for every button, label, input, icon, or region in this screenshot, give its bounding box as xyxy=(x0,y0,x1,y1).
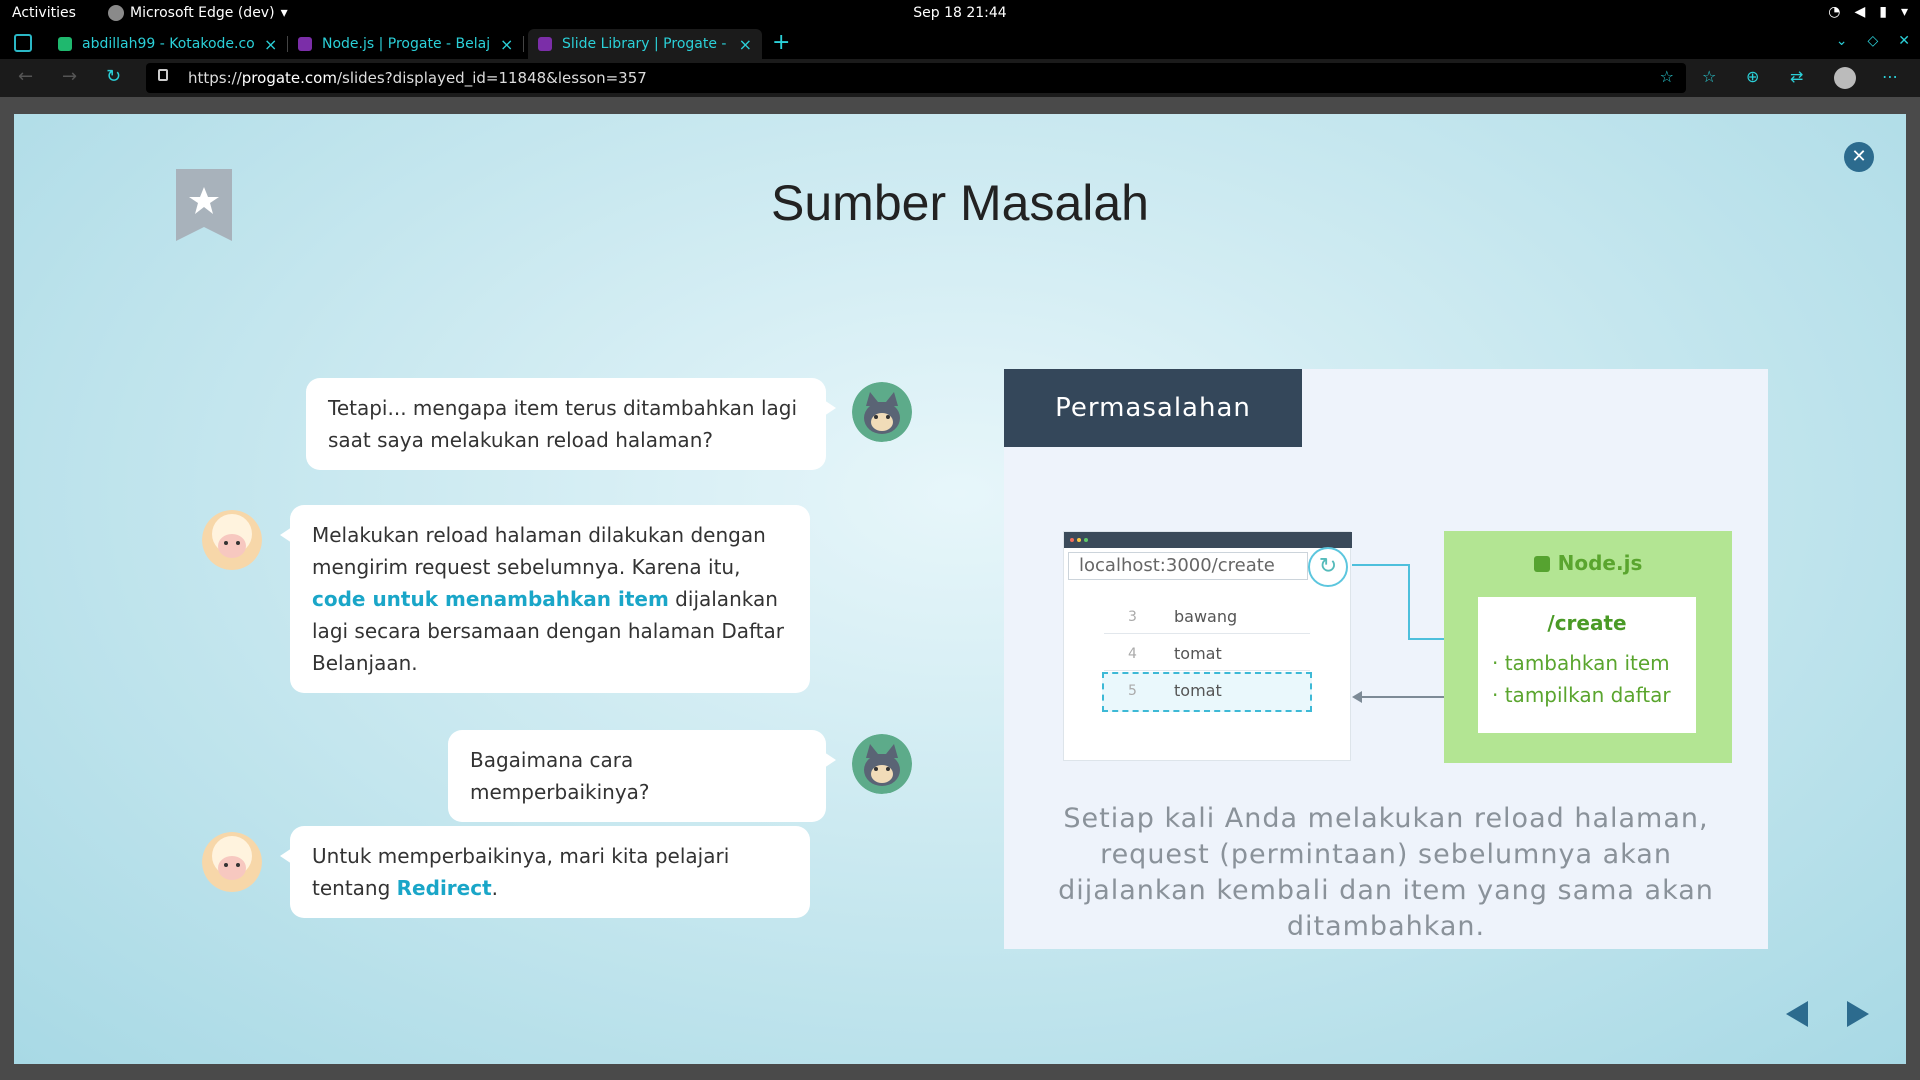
teacher-sheep-avatar xyxy=(202,832,262,892)
chat-highlight: Redirect xyxy=(396,876,492,900)
item-number: 4 xyxy=(1128,646,1137,662)
slide-title: Sumber Masalah xyxy=(771,175,1149,231)
power-icon: ▾ xyxy=(1900,4,1908,20)
url-scheme: https:// xyxy=(188,69,242,87)
tab-title: Slide Library | Progate - Belajar xyxy=(562,36,729,52)
more-menu-icon[interactable]: ⋯ xyxy=(1882,67,1898,86)
system-top-bar: Activities Microsoft Edge (dev) ▾ Sep 18… xyxy=(0,0,1920,27)
url-path: /slides?displayed_id=11848&lesson=357 xyxy=(336,69,647,87)
tab-title: Node.js | Progate - Belajar xyxy=(322,36,490,52)
favorites-icon[interactable]: ☆ xyxy=(1702,67,1716,86)
chat-text: Tetapi... mengapa item terus ditambahkan… xyxy=(328,396,798,452)
chat-bubble-redirect: Untuk memperbaikinya, mari kita pelajari… xyxy=(280,826,810,918)
list-item: 3 bawang xyxy=(1104,600,1310,634)
route-action: · tampilkan daftar xyxy=(1492,683,1671,707)
close-window-icon[interactable]: ✕ xyxy=(1898,33,1910,49)
diagram-caption: Setiap kali Anda melakukan reload halama… xyxy=(1058,803,1714,942)
next-slide-button[interactable] xyxy=(1847,1001,1869,1027)
url-text[interactable]: https://progate.com/slides?displayed_id=… xyxy=(188,69,647,87)
route-action: · tambahkan item xyxy=(1492,651,1670,675)
system-tray[interactable]: ◔ ◀ ▮ ▾ xyxy=(1828,4,1908,20)
refresh-icon: ↻ xyxy=(1308,547,1348,587)
nodejs-logo-icon xyxy=(1533,556,1550,572)
kotakode-favicon-icon xyxy=(58,37,72,51)
new-tab-button[interactable]: + xyxy=(772,30,790,55)
forward-arrow-icon[interactable]: → xyxy=(62,66,77,87)
item-number: 5 xyxy=(1128,683,1137,699)
address-bar[interactable]: https://progate.com/slides?displayed_id=… xyxy=(146,63,1686,93)
wifi-icon: ◔ xyxy=(1828,4,1841,20)
teacher-sheep-avatar xyxy=(202,510,262,570)
tab-actions-icon[interactable] xyxy=(14,34,32,52)
add-favorite-icon[interactable]: ☆ xyxy=(1660,67,1674,86)
battery-icon: ▮ xyxy=(1879,4,1887,20)
nodejs-label: Node.js xyxy=(1557,551,1643,575)
mock-browser-chrome xyxy=(1064,532,1352,548)
tab-nodejs[interactable]: Node.js | Progate - Belajar × xyxy=(288,29,525,59)
diamond-icon[interactable]: ◇ xyxy=(1867,33,1878,49)
route-box: /create · tambahkan item · tampilkan daf… xyxy=(1478,597,1696,733)
share-icon[interactable]: ⇄ xyxy=(1790,67,1803,86)
close-icon[interactable]: × xyxy=(739,35,752,54)
chat-bubble-question: Tetapi... mengapa item terus ditambahkan… xyxy=(306,378,836,470)
tab-strip: abdillah99 - Kotakode.com × Node.js | Pr… xyxy=(0,27,1920,59)
list-item: 4 tomat xyxy=(1104,637,1310,671)
window-dot xyxy=(1070,538,1074,542)
window-dot xyxy=(1084,538,1088,542)
chat-text: . xyxy=(491,876,498,900)
item-name: tomat xyxy=(1174,644,1222,663)
student-cat-avatar xyxy=(852,734,912,794)
tab-separator xyxy=(523,36,525,52)
tab-slide-library[interactable]: Slide Library | Progate - Belajar × xyxy=(528,29,762,59)
chat-text: Untuk memperbaikinya, mari kita pelajari… xyxy=(312,844,730,900)
item-name: tomat xyxy=(1174,681,1222,700)
profile-avatar[interactable] xyxy=(1834,67,1856,89)
nodejs-title: Node.js xyxy=(1444,551,1732,575)
progate-favicon-icon xyxy=(538,37,552,51)
window-dot xyxy=(1077,538,1081,542)
mock-browser: localhost:3000/create ↻ 3 bawang 4 tomat… xyxy=(1063,531,1352,761)
window-controls: ⌄ ◇ ✕ xyxy=(1836,33,1910,49)
nodejs-server-box: Node.js /create · tambahkan item · tampi… xyxy=(1444,531,1732,763)
route-path: /create xyxy=(1547,611,1627,635)
progate-favicon-icon xyxy=(298,37,312,51)
panel-heading: Permasalahan xyxy=(1004,369,1302,447)
chat-bubble-how-to-fix: Bagaimana cara memperbaikinya? xyxy=(448,730,836,822)
close-icon[interactable]: × xyxy=(500,35,513,54)
close-icon[interactable]: × xyxy=(264,35,277,54)
lock-icon xyxy=(158,69,168,81)
close-slide-button[interactable]: ✕ xyxy=(1844,142,1874,172)
navigation-bar: ← → ↻ https://progate.com/slides?display… xyxy=(0,59,1920,97)
tab-kotakode[interactable]: abdillah99 - Kotakode.com × xyxy=(48,29,289,59)
chevron-down-icon[interactable]: ⌄ xyxy=(1836,33,1848,49)
chat-bubble-explanation: Melakukan reload halaman dilakukan denga… xyxy=(280,505,810,693)
reload-icon[interactable]: ↻ xyxy=(106,66,121,87)
slide-modal: ✕ Sumber Masalah Tetapi... mengapa item … xyxy=(14,114,1906,1064)
back-arrow-icon[interactable]: ← xyxy=(18,66,33,87)
item-name: bawang xyxy=(1174,607,1238,626)
tab-title: abdillah99 - Kotakode.com xyxy=(82,36,254,52)
diagram-panel: Permasalahan localhost:3000/create ↻ 3 b… xyxy=(1004,369,1768,949)
url-host: progate.com xyxy=(241,69,337,87)
chat-highlight: code untuk menambahkan item xyxy=(312,587,669,611)
list-item-duplicate: 5 tomat xyxy=(1102,672,1312,712)
chat-text: Bagaimana cara memperbaikinya? xyxy=(470,748,650,804)
previous-slide-button[interactable] xyxy=(1786,1001,1808,1027)
collections-icon[interactable]: ⊕ xyxy=(1746,67,1759,86)
clock[interactable]: Sep 18 21:44 xyxy=(0,5,1920,21)
mock-url-box: localhost:3000/create xyxy=(1068,552,1308,580)
item-number: 3 xyxy=(1128,609,1137,625)
volume-icon: ◀ xyxy=(1854,4,1866,20)
response-arrowhead xyxy=(1352,691,1362,703)
student-cat-avatar xyxy=(852,382,912,442)
chat-text: Melakukan reload halaman dilakukan denga… xyxy=(312,523,766,579)
